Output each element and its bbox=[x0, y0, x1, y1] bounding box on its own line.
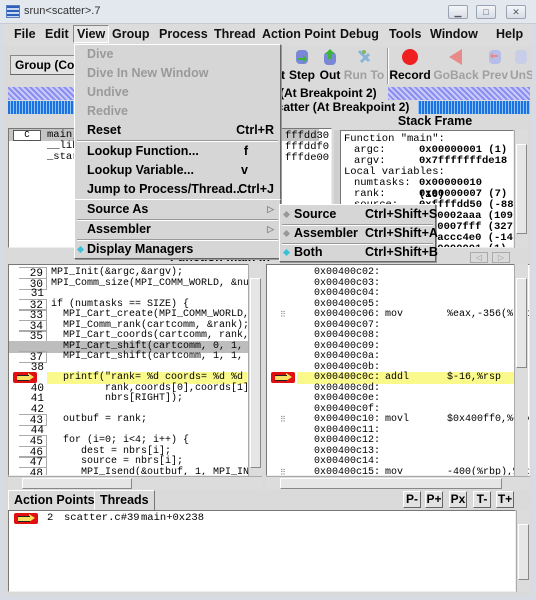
menu-view[interactable]: View bbox=[73, 25, 110, 43]
submenu-item-assembler[interactable]: Assembler Ctrl+Shift+A bbox=[280, 224, 438, 243]
action-point-location: scatter.c#39 bbox=[64, 512, 140, 524]
run-to-button[interactable]: Run To bbox=[343, 48, 385, 84]
menu-item-dive-new-window: Dive In New Window bbox=[87, 66, 209, 80]
submenu-item-source[interactable]: Source Ctrl+Shift+S bbox=[280, 205, 437, 224]
px-button[interactable]: Px bbox=[449, 491, 467, 508]
p-plus-button[interactable]: P+ bbox=[425, 491, 443, 508]
menu-thread[interactable]: Thread bbox=[214, 27, 256, 41]
step-button[interactable]: Step bbox=[288, 48, 316, 84]
submenu-arrow-icon: ▷ bbox=[267, 204, 274, 214]
out-icon bbox=[324, 49, 336, 65]
menu-tools[interactable]: Tools bbox=[389, 27, 421, 41]
close-button[interactable]: ✕ bbox=[506, 5, 526, 19]
group-selector[interactable]: Group (Co bbox=[10, 55, 78, 75]
menu-item-display-managers[interactable]: Display Managers bbox=[75, 240, 280, 259]
p-minus-button[interactable]: P- bbox=[403, 491, 421, 508]
prev-icon bbox=[489, 50, 501, 64]
pc-arrow-icon[interactable] bbox=[271, 372, 295, 383]
menu-help[interactable]: Help bbox=[496, 27, 523, 41]
menu-action-point[interactable]: Action Point bbox=[262, 27, 336, 41]
radio-icon bbox=[282, 210, 291, 219]
stack-frame-title: Stack Frame bbox=[397, 114, 473, 128]
action-point-id: 2 bbox=[47, 512, 54, 524]
menu-process[interactable]: Process bbox=[159, 27, 208, 41]
menu-group[interactable]: Group bbox=[112, 27, 150, 41]
thread-status: scatter (At Breakpoint 2) bbox=[270, 101, 418, 114]
t-plus-button[interactable]: T+ bbox=[496, 491, 514, 508]
nav-back-button[interactable]: ◁ bbox=[470, 252, 488, 263]
window-title: srun<scatter>.7 bbox=[24, 5, 101, 17]
assembler-pane[interactable]: 0x00400c02: 0x00400c03: 0x00400c04: 0x00400… bbox=[266, 264, 530, 476]
menu-item-reset[interactable]: Reset Ctrl+R bbox=[75, 121, 280, 140]
prev-button[interactable]: Prev bbox=[481, 48, 509, 84]
local-value[interactable]: 00000001 (1) bbox=[431, 243, 507, 247]
app-icon bbox=[6, 5, 20, 18]
nav-forward-button[interactable]: ▷ bbox=[492, 252, 510, 263]
shortcut-label: v bbox=[241, 163, 248, 177]
menu-edit[interactable]: Edit bbox=[45, 27, 69, 41]
action-point-row[interactable]: 2 scatter.c#39 main+0x238 bbox=[9, 512, 509, 525]
menu-bar: File Edit View Group Process Thread Acti… bbox=[4, 24, 532, 46]
action-point-address: main+0x238 bbox=[141, 512, 205, 524]
source-vscrollbar[interactable] bbox=[248, 264, 262, 476]
source-as-submenu: Source Ctrl+Shift+S Assembler Ctrl+Shift+A… bbox=[279, 204, 438, 262]
title-bar: srun<scatter>.7 ▁ □ ✕ bbox=[0, 0, 536, 24]
record-icon bbox=[402, 49, 418, 65]
goback-icon bbox=[449, 49, 462, 65]
minimize-button[interactable]: ▁ bbox=[448, 5, 468, 19]
asm-address: 0x00400c15: bbox=[314, 466, 381, 476]
submenu-item-both[interactable]: Both Ctrl+Shift+B bbox=[280, 243, 438, 262]
action-points-scrollbar[interactable] bbox=[516, 510, 530, 592]
breakpoint-icon bbox=[14, 513, 38, 524]
shortcut-label: Ctrl+R bbox=[236, 123, 274, 137]
menu-item-redive: Redive bbox=[87, 104, 128, 118]
shortcut-label: f bbox=[243, 144, 248, 158]
menu-item-lookup-variable[interactable]: Lookup Variable... v bbox=[75, 161, 280, 180]
stack-frame-scrollbar[interactable] bbox=[514, 130, 528, 248]
asm-line[interactable]: ⠿ 0x00400c15: mov -400(%rbp),%edx bbox=[267, 466, 529, 476]
radio-selected-icon bbox=[282, 248, 291, 257]
action-points-list[interactable]: 2 scatter.c#39 main+0x238 bbox=[8, 510, 516, 592]
menu-window[interactable]: Window bbox=[430, 27, 478, 41]
view-menu-lower: Source As ▷ Assembler ▷ Display Managers bbox=[74, 199, 281, 259]
asm-opcode: mov bbox=[385, 466, 404, 476]
view-menu: Dive Dive In New Window Undive Redive Re… bbox=[74, 44, 281, 200]
unstep-icon bbox=[515, 50, 527, 64]
out-button[interactable]: Out bbox=[317, 48, 343, 84]
tab-threads[interactable]: Threads bbox=[94, 490, 155, 510]
t-minus-button[interactable]: T- bbox=[473, 491, 491, 508]
check-icon bbox=[76, 245, 85, 254]
source-pane[interactable]: 29 MPI_Init(&argc,&argv); 30 MPI_Comm_size(… bbox=[8, 264, 262, 476]
source-hscrollbar[interactable] bbox=[8, 476, 262, 490]
asm-vscrollbar[interactable] bbox=[514, 264, 528, 476]
menu-item-source-as[interactable]: Source As ▷ bbox=[75, 200, 280, 219]
menu-item-undive: Undive bbox=[87, 85, 129, 99]
menu-file[interactable]: File bbox=[14, 27, 36, 41]
shortcut-label: Ctrl+J bbox=[238, 182, 274, 196]
asm-hscrollbar[interactable] bbox=[266, 476, 530, 490]
source-line[interactable]: MPI_Isend(&outbuf, 1, MPI_INT, ( bbox=[9, 466, 262, 476]
radio-icon bbox=[282, 229, 291, 238]
source-code-text: MPI_Isend(&outbuf, 1, MPI_INT, ( bbox=[51, 466, 262, 476]
menu-item-dive: Dive bbox=[87, 47, 114, 61]
record-button[interactable]: Record bbox=[389, 48, 431, 84]
breakpoint-slot-icon[interactable]: ⠿ bbox=[280, 467, 286, 476]
process-status: 7 (At Breakpoint 2) bbox=[270, 87, 388, 100]
stack-frame-fp: fffde00 bbox=[285, 152, 330, 164]
goback-button[interactable]: GoBack bbox=[433, 48, 479, 84]
menu-debug[interactable]: Debug bbox=[340, 27, 379, 41]
run-to-icon bbox=[357, 49, 371, 64]
submenu-arrow-icon: ▷ bbox=[267, 224, 274, 234]
frame-lang-badge: C bbox=[13, 130, 41, 141]
step-icon bbox=[296, 50, 308, 64]
menu-item-jump-to-process-thread[interactable]: Jump to Process/Thread... Ctrl+J bbox=[75, 180, 280, 199]
unstep-button[interactable]: UnS bbox=[510, 48, 532, 84]
maximize-button[interactable]: □ bbox=[476, 5, 496, 19]
menu-item-assembler[interactable]: Assembler ▷ bbox=[75, 220, 280, 239]
pc-arrow-icon[interactable] bbox=[13, 372, 37, 383]
tab-action-points[interactable]: Action Points bbox=[8, 490, 101, 510]
menu-item-lookup-function[interactable]: Lookup Function... f bbox=[75, 142, 280, 161]
